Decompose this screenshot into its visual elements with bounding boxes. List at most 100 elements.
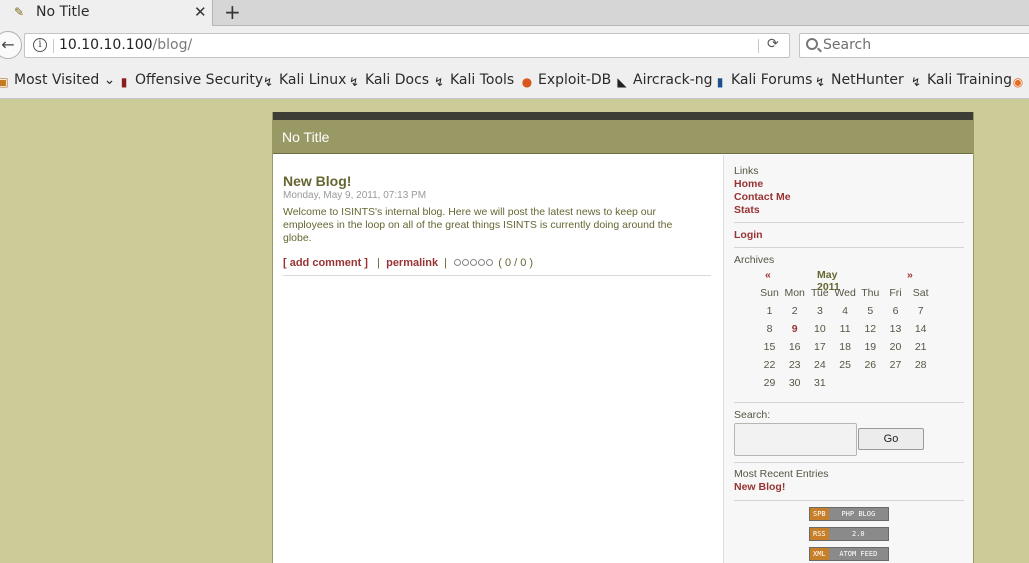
calendar-day: 13	[889, 323, 902, 335]
site-info-icon[interactable]: i	[33, 38, 47, 52]
permalink-link[interactable]: permalink	[386, 257, 438, 269]
calendar-weekday: Wed	[834, 287, 856, 299]
calendar-day: 29	[763, 377, 776, 389]
bookmark-label: Exploit-DB	[538, 72, 612, 88]
bookmark-kali-training[interactable]: ↯ Kali Training	[909, 72, 1012, 89]
calendar-day: 26	[864, 359, 877, 371]
calendar-day: 8	[766, 323, 773, 335]
blog-page: No Title New Blog! Monday, May 9, 2011, …	[272, 112, 974, 563]
calendar-day: 6	[892, 305, 899, 317]
rating-stars[interactable]	[454, 257, 494, 269]
bookmark-kali-docs[interactable]: ↯ Kali Docs	[347, 72, 429, 89]
calendar-day: 27	[889, 359, 902, 371]
search-icon	[806, 38, 818, 50]
bookmark-label: Aircrack-ng	[633, 72, 713, 88]
bookmark-nethunter[interactable]: ↯ NetHunter	[813, 72, 904, 89]
rating-star-icon[interactable]	[454, 259, 462, 266]
new-tab-icon[interactable]: +	[224, 0, 241, 24]
calendar-day: 12	[864, 323, 877, 335]
calendar-day: 23	[788, 359, 801, 371]
back-button[interactable]: ←	[0, 31, 22, 59]
calendar-day-link[interactable]: 9	[782, 323, 807, 335]
post-title[interactable]: New Blog!	[283, 173, 351, 189]
sidebar-link-stats[interactable]: Stats	[734, 204, 760, 216]
calendar-day: 7	[917, 305, 924, 317]
rss-badge[interactable]: RSS 2.0	[809, 527, 889, 541]
bookmark-label: Most Visited	[14, 72, 100, 88]
calendar-prev-link[interactable]: «	[765, 269, 771, 281]
bookmarks-toolbar: ▣ Most Visited ⌄ ▮ Offensive Security ↯ Kal…	[0, 64, 1029, 99]
recent-entries-heading: Most Recent Entries	[734, 468, 829, 480]
sphpblog-badge[interactable]: SPB PHP BLOG	[809, 507, 889, 521]
sidebar-link-home[interactable]: Home	[734, 178, 763, 190]
post-divider	[283, 275, 711, 276]
bookmark-kali-linux[interactable]: ↯ Kali Linux	[261, 72, 347, 89]
sidebar: Links Home Contact Me Stats Login Archiv…	[723, 155, 973, 563]
sidebar-divider	[734, 402, 964, 403]
chevron-down-icon: ⌄	[103, 72, 116, 88]
bookmark-label: NetHunter	[831, 72, 904, 88]
rating-star-icon[interactable]	[478, 259, 486, 266]
calendar-weekday: Mon	[784, 287, 805, 299]
site-header: No Title	[273, 120, 973, 154]
calendar-weekday: Tue	[811, 287, 829, 299]
calendar-next-link[interactable]: »	[907, 269, 913, 281]
rating-star-icon[interactable]	[462, 259, 470, 266]
rating-star-icon[interactable]	[470, 259, 478, 266]
recent-entry-link[interactable]: New Blog!	[734, 481, 785, 493]
atom-feed-badge[interactable]: XML ATOM FEED	[809, 547, 889, 561]
bookmark-kali-tools[interactable]: ↯ Kali Tools	[432, 72, 514, 89]
badge-right: ATOM FEED	[828, 548, 888, 560]
calendar-day: 20	[889, 341, 902, 353]
calendar-day: 2	[791, 305, 798, 317]
calendar-weekday: Sat	[912, 287, 929, 299]
bookmark-offensive-security[interactable]: ▮ Offensive Security	[117, 72, 264, 89]
add-comment-link[interactable]: [ add comment ]	[283, 257, 368, 269]
calendar-weekday: Fri	[889, 287, 902, 299]
calendar-day: 3	[816, 305, 823, 317]
bookmark-aircrack-ng[interactable]: ◣ Aircrack-ng	[615, 72, 713, 89]
site-title: No Title	[282, 129, 330, 145]
calendar-day: 5	[867, 305, 874, 317]
browser-tab[interactable]: ✎ No Title ✕	[0, 0, 213, 26]
search-placeholder: Search	[823, 37, 872, 53]
sidebar-divider	[734, 462, 964, 463]
navigation-bar: ← i 10.10.10.100/blog/ ⟳ Search	[0, 26, 1029, 64]
post-footer: [ add comment ] | permalink | ( 0 / 0 )	[283, 257, 534, 269]
kali-dragon-icon: ↯	[433, 75, 445, 89]
links-heading: Links	[734, 165, 759, 177]
badge-right: PHP BLOG	[828, 508, 888, 520]
calendar-day: 19	[864, 341, 877, 353]
search-bar[interactable]: Search	[799, 33, 1029, 58]
url-text[interactable]: 10.10.10.100/blog/	[59, 37, 192, 53]
badge-left: RSS	[810, 528, 829, 540]
exploit-db-icon: ●	[521, 75, 533, 89]
bookmark-label: Kali Training	[927, 72, 1012, 88]
calendar-weekday: Sun	[760, 287, 779, 299]
reload-icon[interactable]: ⟳	[767, 36, 779, 52]
rating-star-icon[interactable]	[486, 259, 494, 266]
blog-search-input[interactable]	[734, 423, 857, 456]
bookmark-label: Offensive Security	[135, 72, 264, 88]
calendar-day: 11	[839, 323, 851, 335]
sidebar-divider	[734, 247, 964, 248]
bookmark-kali-forums[interactable]: ▮ Kali Forums	[713, 72, 813, 89]
sidebar-link-contact[interactable]: Contact Me	[734, 191, 791, 203]
badge-right: 2.0	[828, 528, 888, 540]
tab-strip: ✎ No Title ✕ +	[0, 0, 1029, 26]
badge-left: SPB	[810, 508, 829, 520]
page-favicon-icon: ✎	[14, 5, 25, 19]
login-link[interactable]: Login	[734, 229, 763, 241]
calendar-day: 30	[788, 377, 801, 389]
offsec-icon: ▮	[120, 75, 128, 89]
calendar-weekday: Thu	[861, 287, 880, 299]
bookmark-most-visited[interactable]: ▣ Most Visited ⌄	[0, 72, 115, 89]
calendar-day: 25	[839, 359, 851, 371]
calendar-day: 10	[814, 323, 826, 335]
bookmark-exploit-db[interactable]: ● Exploit-DB	[520, 72, 612, 89]
close-tab-icon[interactable]: ✕	[194, 3, 207, 21]
url-bar[interactable]: i 10.10.10.100/blog/ ⟳	[24, 33, 790, 58]
tab-title: No Title	[36, 4, 90, 20]
firefox-icon[interactable]: ◉	[1011, 72, 1029, 89]
search-go-button[interactable]: Go	[858, 428, 924, 450]
